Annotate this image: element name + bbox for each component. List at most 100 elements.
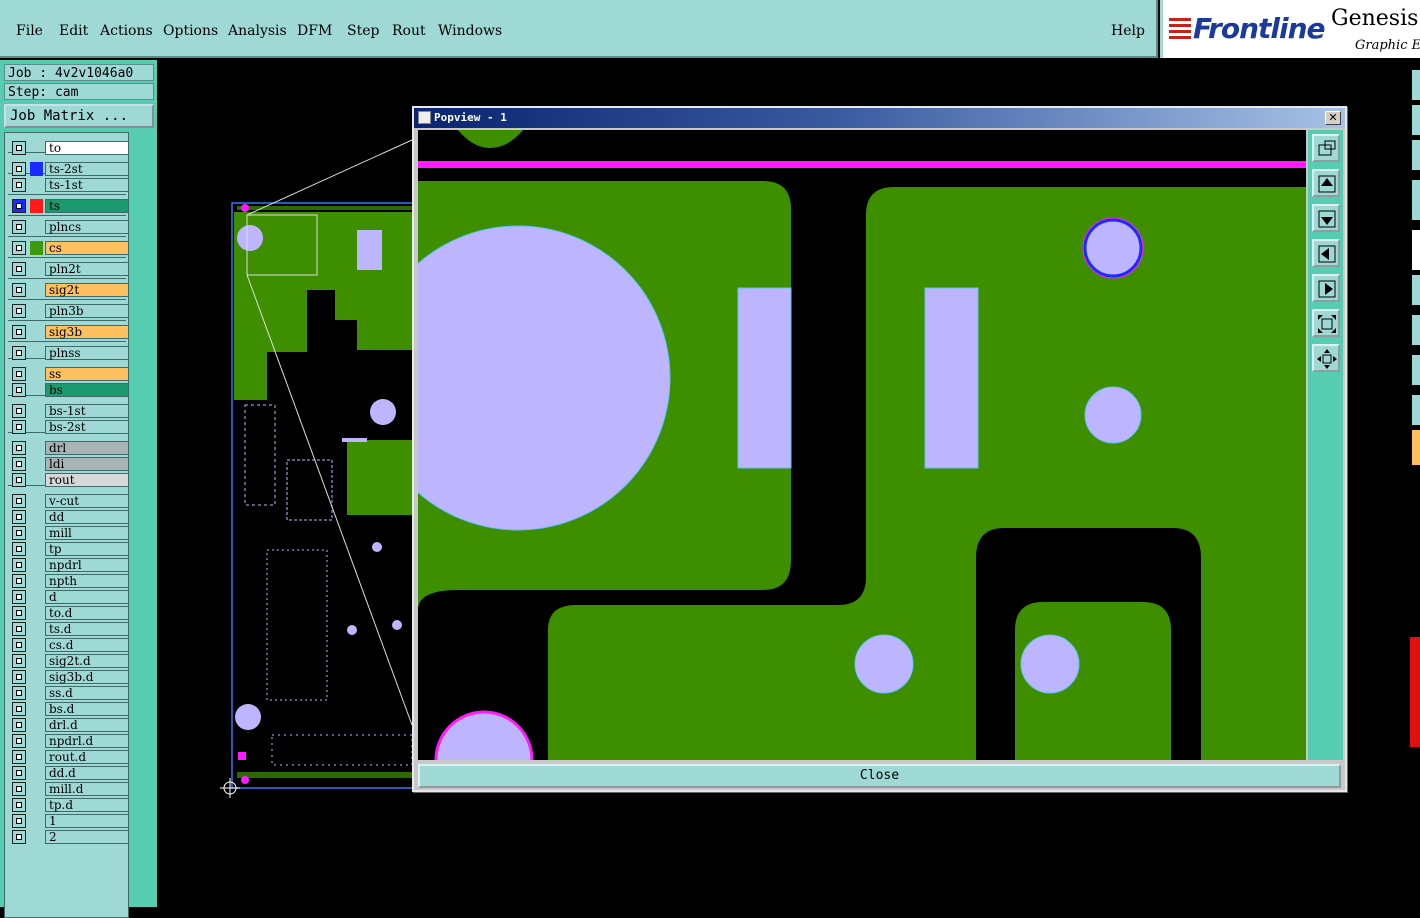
layer-checkbox[interactable] xyxy=(12,814,26,828)
menu-windows[interactable]: Windows xyxy=(438,23,502,39)
layer-row[interactable]: 1 xyxy=(9,814,129,828)
layer-name[interactable]: ts xyxy=(45,199,129,213)
menu-rout[interactable]: Rout xyxy=(392,23,426,39)
layer-name[interactable]: pln2t xyxy=(45,262,129,276)
layer-name[interactable]: ldi xyxy=(45,457,129,471)
layer-name[interactable]: sig2t xyxy=(45,283,129,297)
layer-row[interactable]: drl.d xyxy=(9,718,129,732)
menu-help[interactable]: Help xyxy=(1111,23,1145,39)
layer-row[interactable]: to.d xyxy=(9,606,129,620)
layer-name[interactable]: mill xyxy=(45,526,129,540)
popview-titlebar[interactable]: Popview - 1 ✕ xyxy=(414,108,1345,128)
layer-checkbox[interactable] xyxy=(12,141,26,155)
layer-name[interactable]: to.d xyxy=(45,606,129,620)
popview-canvas[interactable] xyxy=(418,130,1306,760)
layer-checkbox[interactable] xyxy=(12,574,26,588)
layer-checkbox[interactable] xyxy=(12,686,26,700)
layer-name[interactable]: cs.d xyxy=(45,638,129,652)
menu-analysis[interactable]: Analysis xyxy=(228,23,287,39)
layer-checkbox[interactable] xyxy=(12,718,26,732)
zoom-home-button[interactable] xyxy=(1312,344,1340,372)
layer-row[interactable]: mill.d xyxy=(9,782,129,796)
layer-name[interactable]: npdrl.d xyxy=(45,734,129,748)
layer-row[interactable]: bs-1st xyxy=(9,404,129,418)
layer-checkbox[interactable] xyxy=(12,304,26,318)
layer-name[interactable]: plnss xyxy=(45,346,129,360)
layer-row[interactable]: bs xyxy=(9,383,129,397)
pan-down-button[interactable] xyxy=(1312,204,1340,232)
layer-row[interactable]: sig3b.d xyxy=(9,670,129,684)
layer-name[interactable]: mill.d xyxy=(45,782,129,796)
menu-file[interactable]: File xyxy=(16,23,43,39)
layer-row[interactable]: ts xyxy=(9,199,129,213)
layer-row[interactable]: mill xyxy=(9,526,129,540)
layer-row[interactable]: drl xyxy=(9,441,129,455)
layer-checkbox[interactable] xyxy=(12,798,26,812)
layer-row[interactable]: ldi xyxy=(9,457,129,471)
layer-row[interactable]: npth xyxy=(9,574,129,588)
layer-row[interactable]: ss.d xyxy=(9,686,129,700)
layer-checkbox[interactable] xyxy=(12,622,26,636)
layer-name[interactable]: drl.d xyxy=(45,718,129,732)
menu-step[interactable]: Step xyxy=(347,23,379,39)
layer-row[interactable]: sig2t xyxy=(9,283,129,297)
pan-left-button[interactable] xyxy=(1312,239,1340,267)
layer-name[interactable]: npdrl xyxy=(45,558,129,572)
layer-checkbox[interactable] xyxy=(12,241,26,255)
layer-checkbox[interactable] xyxy=(12,325,26,339)
layer-name[interactable]: bs-1st xyxy=(45,404,129,418)
layer-row[interactable]: npdrl xyxy=(9,558,129,572)
job-matrix-button[interactable]: Job Matrix ... xyxy=(4,104,154,128)
menu-edit[interactable]: Edit xyxy=(59,23,88,39)
layer-row[interactable]: ts-2st xyxy=(9,162,129,176)
layer-name[interactable]: dd xyxy=(45,510,129,524)
layer-checkbox[interactable] xyxy=(12,262,26,276)
layer-name[interactable]: drl xyxy=(45,441,129,455)
layer-row[interactable]: sig3b xyxy=(9,325,129,339)
layer-name[interactable]: plncs xyxy=(45,220,129,234)
layer-checkbox[interactable] xyxy=(12,766,26,780)
layer-name[interactable]: 1 xyxy=(45,814,129,828)
layer-name[interactable]: ts.d xyxy=(45,622,129,636)
layer-checkbox[interactable] xyxy=(12,199,26,213)
layer-row[interactable]: rout xyxy=(9,473,129,487)
layer-checkbox[interactable] xyxy=(12,558,26,572)
layer-checkbox[interactable] xyxy=(12,494,26,508)
zoom-fit-button[interactable] xyxy=(1312,309,1340,337)
layer-row[interactable]: ts-1st xyxy=(9,178,129,192)
layer-row[interactable]: ss xyxy=(9,367,129,381)
layer-row[interactable]: plncs xyxy=(9,220,129,234)
zoom-window-button[interactable] xyxy=(1312,134,1340,162)
layer-checkbox[interactable] xyxy=(12,404,26,418)
layer-row[interactable]: v-cut xyxy=(9,494,129,508)
menu-actions[interactable]: Actions xyxy=(100,23,153,39)
layer-checkbox[interactable] xyxy=(12,638,26,652)
layer-checkbox[interactable] xyxy=(12,367,26,381)
layer-name[interactable]: d xyxy=(45,590,129,604)
layer-name[interactable]: ts-2st xyxy=(45,162,129,176)
layer-checkbox[interactable] xyxy=(12,473,26,487)
layer-name[interactable]: dd.d xyxy=(45,766,129,780)
layer-row[interactable]: cs xyxy=(9,241,129,255)
layer-checkbox[interactable] xyxy=(12,654,26,668)
layer-name[interactable]: cs xyxy=(45,241,129,255)
layer-checkbox[interactable] xyxy=(12,542,26,556)
layer-name[interactable]: ss.d xyxy=(45,686,129,700)
layer-row[interactable]: plnss xyxy=(9,346,129,360)
layer-checkbox[interactable] xyxy=(12,420,26,434)
layer-name[interactable]: sig2t.d xyxy=(45,654,129,668)
layer-checkbox[interactable] xyxy=(12,606,26,620)
layer-row[interactable]: cs.d xyxy=(9,638,129,652)
layer-name[interactable]: tp.d xyxy=(45,798,129,812)
layer-checkbox[interactable] xyxy=(12,457,26,471)
layer-row[interactable]: to xyxy=(9,141,129,155)
layer-name[interactable]: sig3b.d xyxy=(45,670,129,684)
layer-row[interactable]: tp xyxy=(9,542,129,556)
menu-options[interactable]: Options xyxy=(163,23,218,39)
layer-checkbox[interactable] xyxy=(12,750,26,764)
layer-name[interactable]: sig3b xyxy=(45,325,129,339)
layer-name[interactable]: ss xyxy=(45,367,129,381)
layer-row[interactable]: sig2t.d xyxy=(9,654,129,668)
layer-checkbox[interactable] xyxy=(12,830,26,844)
pan-right-button[interactable] xyxy=(1312,274,1340,302)
